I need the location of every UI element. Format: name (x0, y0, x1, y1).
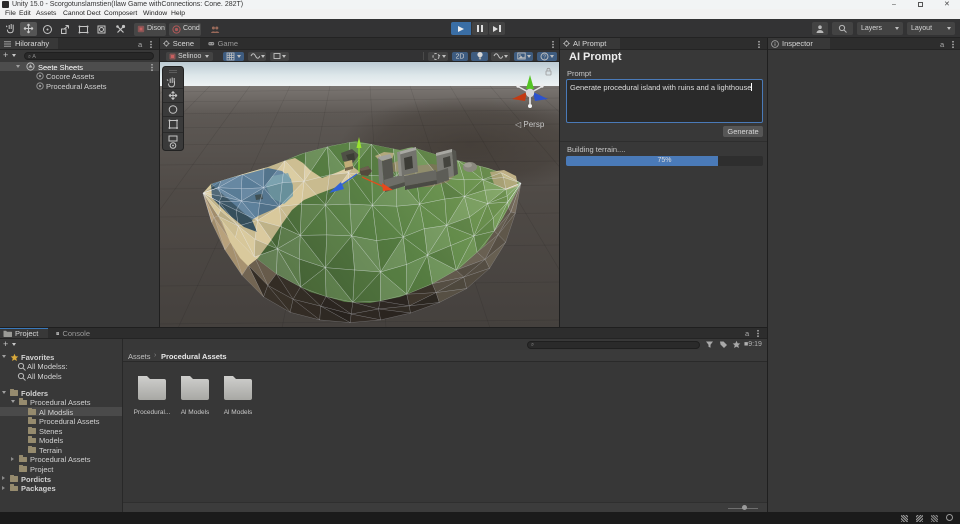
svg-text:Al Models: Al Models (181, 409, 210, 416)
svg-text:Procedural...: Procedural... (134, 409, 171, 416)
svg-text:?: ? (543, 54, 546, 60)
svg-text:Al Models: Al Models (224, 409, 253, 416)
svg-text:◁ Persp: ◁ Persp (515, 120, 545, 129)
svg-text:2D: 2D (456, 54, 464, 61)
